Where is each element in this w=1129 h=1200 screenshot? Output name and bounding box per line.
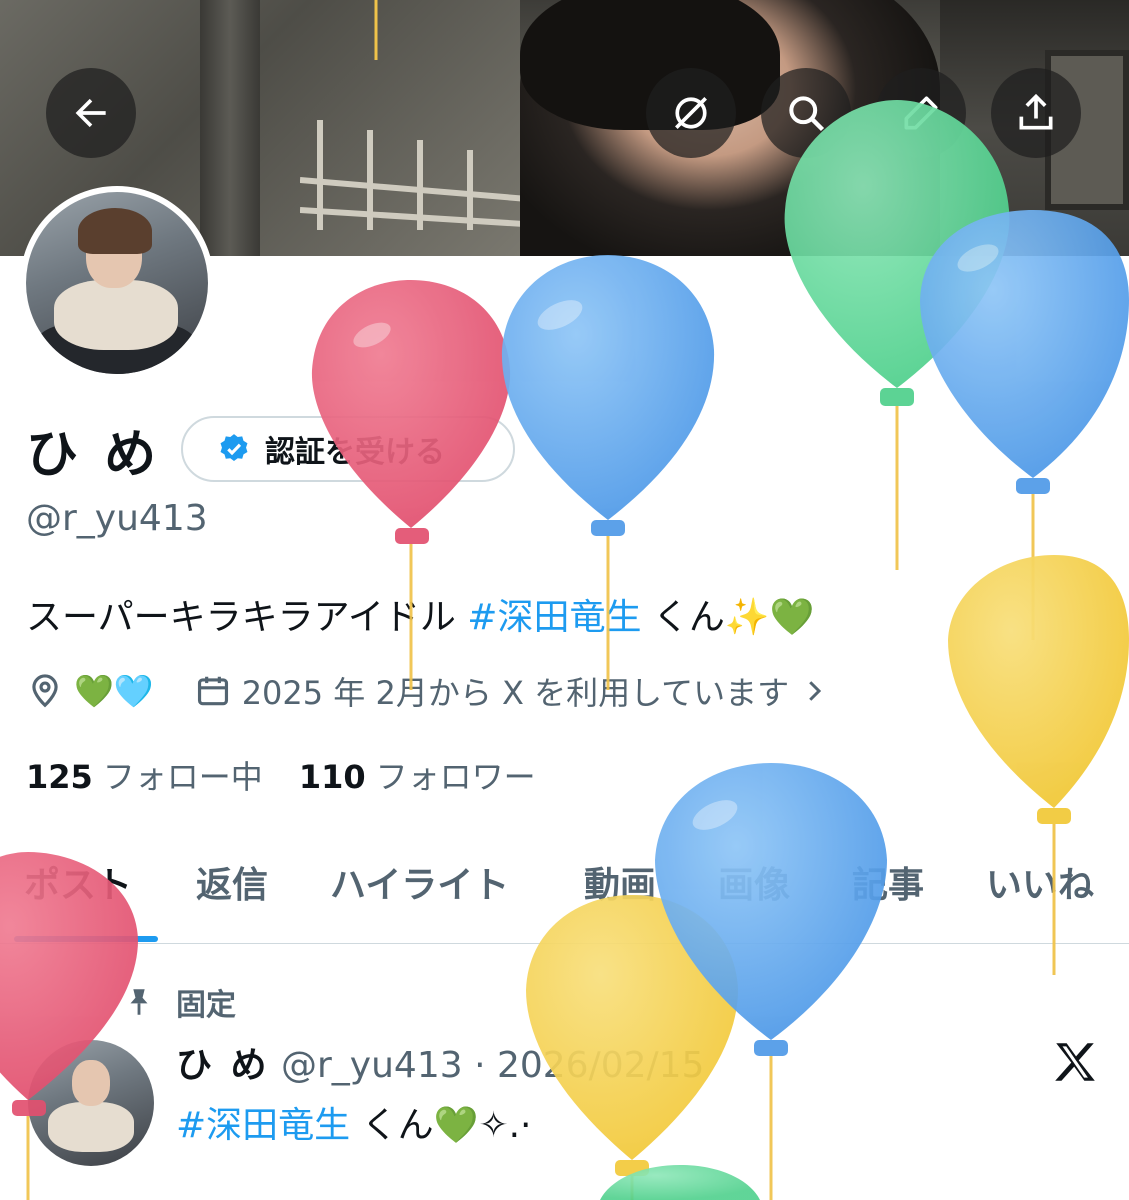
share-icon bbox=[1019, 93, 1053, 130]
x-logo-icon bbox=[1055, 1043, 1095, 1081]
bio-text: スーパーキラキラアイドル bbox=[26, 597, 468, 638]
profile-bio: スーパーキラキラアイドル #深田竜生 くん✨💚 bbox=[26, 588, 815, 640]
tab-replies[interactable]: 返信 bbox=[196, 856, 268, 908]
bio-suffix: くん✨💚 bbox=[641, 597, 815, 638]
balloon-green-2 bbox=[600, 1165, 760, 1200]
followers-count: 110 bbox=[298, 758, 366, 796]
location-text: 💚🩵 bbox=[74, 672, 154, 710]
profile-name: ひ め bbox=[26, 425, 161, 485]
calendar-icon bbox=[197, 676, 228, 706]
tab-highlights[interactable]: ハイライト bbox=[330, 856, 509, 908]
location-pin-icon bbox=[32, 674, 58, 708]
verified-badge-icon bbox=[220, 434, 248, 462]
post-body-text: くん💚✧.· bbox=[350, 1105, 532, 1146]
bio-hashtag[interactable]: #深田竜生 bbox=[467, 597, 641, 638]
avatar-image bbox=[26, 192, 208, 374]
search-icon bbox=[789, 96, 825, 132]
edit-button[interactable] bbox=[876, 68, 966, 158]
balloon-blue-3 bbox=[655, 763, 887, 1200]
back-button[interactable] bbox=[46, 68, 136, 158]
tab-posts[interactable]: ポスト bbox=[24, 856, 132, 908]
get-verified-button[interactable]: 認証を受ける bbox=[181, 416, 515, 482]
profile-meta: 💚🩵 2025 年 2月から X を利用しています bbox=[26, 666, 869, 716]
profile-avatar[interactable] bbox=[20, 186, 214, 380]
tab-videos[interactable]: 動画 bbox=[584, 856, 656, 908]
tab-images[interactable]: 画像 bbox=[718, 856, 790, 908]
get-verified-label: 認証を受ける bbox=[265, 435, 445, 470]
post-avatar[interactable] bbox=[28, 1040, 154, 1166]
joined-text: 2025 年 2月から X を利用しています bbox=[241, 674, 790, 712]
post-hashtag[interactable]: #深田竜生 bbox=[176, 1105, 350, 1146]
banner-fence bbox=[300, 120, 540, 230]
share-button[interactable] bbox=[991, 68, 1081, 158]
following-label: フォロー中 bbox=[102, 758, 263, 796]
post-text: #深田竜生 くん💚✧.· bbox=[176, 1096, 532, 1148]
location-item: 💚🩵 bbox=[26, 672, 154, 710]
following-link[interactable]: 125 フォロー中 bbox=[26, 752, 263, 798]
post-author-name[interactable]: ひ め bbox=[176, 1045, 270, 1086]
chevron-right-icon bbox=[809, 681, 822, 701]
pin-icon bbox=[130, 989, 148, 1015]
search-button[interactable] bbox=[761, 68, 851, 158]
banner-pillar bbox=[200, 0, 260, 256]
arrow-left-icon bbox=[75, 98, 106, 128]
pinned-label: 固定 bbox=[176, 988, 236, 1023]
post-header: ひ め @r_yu413 · 2026/02/15 bbox=[176, 1036, 704, 1088]
followers-label: フォロワー bbox=[375, 758, 536, 796]
following-count: 125 bbox=[26, 758, 93, 796]
profile-tabs: ポスト 返信 ハイライト 動画 画像 記事 いいね bbox=[0, 842, 1129, 944]
tab-articles[interactable]: 記事 bbox=[852, 856, 924, 908]
pinned-label-row: 固定 bbox=[122, 980, 236, 1024]
followers-link[interactable]: 110 フォロワー bbox=[299, 752, 536, 798]
active-tab-indicator bbox=[14, 936, 158, 942]
profile-handle: @r_yu413 bbox=[26, 498, 208, 539]
grok-button[interactable] bbox=[646, 68, 736, 158]
grok-icon bbox=[675, 97, 707, 129]
balloon-blue-2 bbox=[920, 210, 1129, 640]
edit-icon bbox=[904, 96, 938, 130]
follow-stats: 125 フォロー中 110 フォロワー bbox=[26, 752, 536, 798]
tab-likes[interactable]: いいね bbox=[986, 856, 1094, 908]
post-handle-date: @r_yu413 · 2026/02/15 bbox=[269, 1045, 705, 1086]
joined-item[interactable]: 2025 年 2月から X を利用しています bbox=[194, 668, 829, 714]
